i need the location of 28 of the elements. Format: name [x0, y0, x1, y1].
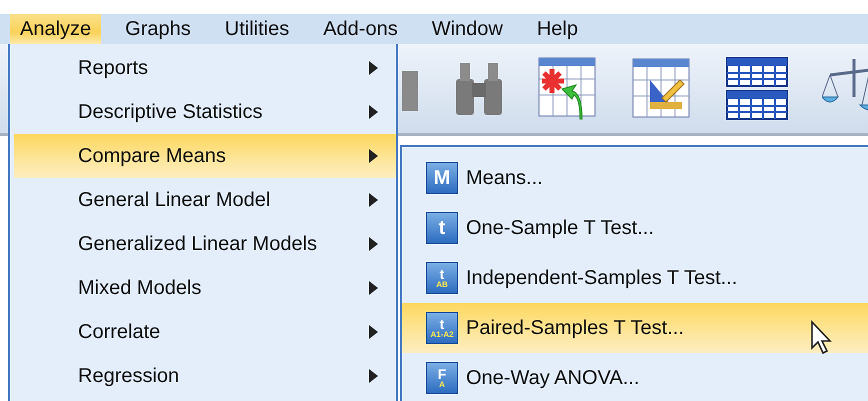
binoculars-icon[interactable]	[454, 60, 504, 116]
mouse-pointer-icon	[810, 320, 834, 356]
menu-bar-item[interactable]: Utilities	[214, 14, 300, 44]
menu-item[interactable]: Generalized Linear Models	[14, 222, 396, 266]
menu-item[interactable]: Descriptive Statistics	[14, 90, 396, 134]
tables-icon[interactable]	[726, 56, 788, 120]
procedure-icon: M	[426, 162, 458, 194]
menu-bar-item[interactable]: Analyze	[10, 14, 102, 44]
procedure-icon: t AB	[426, 262, 458, 294]
menu-item[interactable]: Correlate	[14, 310, 396, 354]
menu-item[interactable]: t AB Independent-Samples T Test...	[402, 253, 868, 303]
menu-item[interactable]: General Linear Model	[14, 178, 396, 222]
menu-item[interactable]: Regression	[14, 354, 396, 398]
menu-item[interactable]: t One-Sample T Test...	[402, 203, 868, 253]
menu-item[interactable]: F A One-Way ANOVA...	[402, 353, 868, 401]
procedure-icon: t A1-A2	[426, 312, 458, 344]
menu-bar-item[interactable]: Window	[422, 14, 513, 44]
menu-bar-item[interactable]: Help	[526, 14, 588, 44]
menu-bar-item[interactable]: Add-ons	[313, 14, 408, 44]
menu-item[interactable]: M Means...	[402, 153, 868, 203]
menu-bar-item[interactable]: Graphs	[115, 14, 201, 44]
grid-asterisk-icon[interactable]	[538, 56, 598, 120]
grid-ruler-icon[interactable]	[632, 58, 692, 120]
menu-item[interactable]: Reports	[14, 46, 396, 90]
procedure-icon: F A	[426, 362, 458, 394]
procedure-icon: t	[426, 212, 458, 244]
menu-item[interactable]: Mixed Models	[14, 266, 396, 310]
menu-item[interactable]: Compare Means	[14, 134, 396, 178]
